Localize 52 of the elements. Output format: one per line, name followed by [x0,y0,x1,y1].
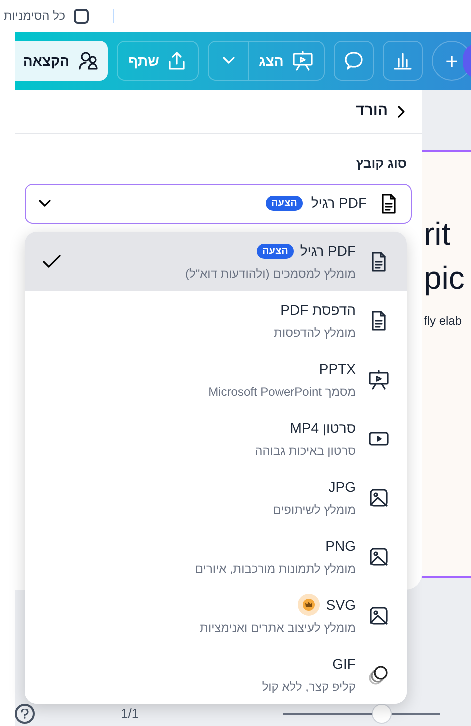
option-description: מומלץ לשיתופים [272,502,356,518]
select-value: PDF רגיל [311,194,367,213]
option-description: מומלץ להדפסות [273,324,356,342]
option-title: PPTX [319,360,356,378]
checkmark-icon [43,254,61,268]
help-icon[interactable] [15,704,35,724]
file-type-label: סוג קובץ [355,155,407,173]
image-icon [369,606,389,626]
file-type-option[interactable]: PDF רגיל הצעה מומלץ למסמכים (ולהודעות דוא"ל) [25,232,407,291]
option-description: מומלץ לעיצוב אתרים ואנימציות [199,620,356,637]
heading-text: rit [424,215,452,254]
option-title: GIF [332,654,356,674]
file-type-select[interactable]: PDF רגיל הצעה [25,184,412,224]
presentation-icon [292,50,314,72]
option-title: סרטון MP4 [290,418,356,438]
checkbox[interactable] [74,8,89,24]
page-count[interactable]: 1/1 [121,704,140,724]
option-title: PNG [326,536,356,556]
option-title: SVG [326,596,356,614]
stacked-circles-icon [368,664,390,686]
document-icon [369,250,389,272]
file-type-option[interactable]: הדפסת PDF מומלץ להדפסות [25,291,407,350]
speech-bubble-icon [343,50,365,72]
body-text: fly elab [424,313,464,330]
upload-icon [167,51,188,71]
heading-text: pic [424,259,466,298]
option-title: PDF רגיל [300,242,356,260]
option-description: מסמך Microsoft PowerPoint [208,384,356,400]
chevron-down-icon [38,198,52,208]
image-icon [369,488,389,508]
panel-title: הורד [356,101,388,122]
option-description: מומלץ לתמונות מורכבות, איורים [194,560,356,578]
people-icon [78,50,100,72]
export-button[interactable]: הקצאה [15,41,108,81]
option-title: הדפסת PDF [280,300,356,320]
document-icon [379,192,399,214]
option-title: JPG [328,478,356,496]
document-icon [369,310,389,332]
image-icon [369,546,389,566]
video-icon [368,430,390,446]
suggestion-badge: הצעה [256,244,294,258]
suggestion-badge: הצעה [266,196,304,211]
presentation-icon [368,368,390,390]
chevron-down-icon [222,56,236,66]
option-description: מומלץ למסמכים (ולהודעות דוא"ל) [184,266,356,282]
file-type-option[interactable]: סרטון MP4 סרטון באיכות גבוהה [25,409,407,468]
option-description: קליפ קצר, ללא קול [261,678,356,696]
chart-button[interactable] [383,41,423,81]
bookmarks-label: כל הסימניות [4,8,66,25]
back-chevron-icon[interactable] [396,104,406,118]
comment-button[interactable] [334,41,374,81]
option-description: סרטון באיכות גבוהה [254,442,356,460]
